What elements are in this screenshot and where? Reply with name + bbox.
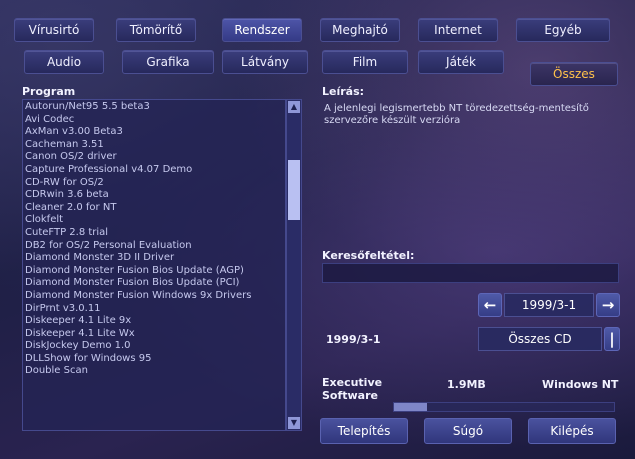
list-item[interactable]: CDRwin 3.6 beta — [23, 189, 285, 202]
list-item[interactable]: Diskeeper 4.1 Lite Wx — [23, 328, 285, 341]
exit-button[interactable]: Kilépés — [528, 418, 616, 444]
date-value: 1999/3-1 — [504, 293, 594, 317]
list-item[interactable]: Diskeeper 4.1 Lite 9x — [23, 315, 285, 328]
cd-select[interactable]: Összes CD — [478, 327, 602, 351]
list-item[interactable]: CD-RW for OS/2 — [23, 177, 285, 190]
list-item[interactable]: Double Scan — [23, 365, 285, 378]
list-item[interactable]: Diamond Monster Fusion Bios Update (AGP) — [23, 265, 285, 278]
scroll-up-icon[interactable]: ▲ — [288, 101, 300, 113]
description-text: A jelenlegi legismertebb NT töredezettsé… — [324, 103, 589, 126]
tab-audio[interactable]: Audio — [24, 50, 104, 74]
tab-latvany[interactable]: Látvány — [222, 50, 308, 74]
tab-jatek[interactable]: Játék — [418, 50, 504, 74]
tab-virusirto[interactable]: Vírusirtó — [14, 18, 94, 42]
list-item[interactable]: Cacheman 3.51 — [23, 139, 285, 152]
list-item[interactable]: DiskJockey Demo 1.0 — [23, 340, 285, 353]
list-item[interactable]: Diamond Monster Fusion Bios Update (PCI) — [23, 277, 285, 290]
program-list-scrollbar[interactable]: ▲ ▼ — [286, 99, 302, 431]
search-label: Keresőfeltétel: — [322, 249, 415, 262]
install-progress-fill — [394, 403, 427, 411]
tab-egyeb[interactable]: Egyéb — [516, 18, 610, 42]
search-input[interactable] — [322, 263, 619, 283]
program-items: Autorun/Net95 5.5 beta3 Avi Codec AxMan v3… — [23, 100, 285, 378]
list-item[interactable]: Capture Professional v4.07 Demo — [23, 164, 285, 177]
list-item[interactable]: DirPrnt v3.0.11 — [23, 303, 285, 316]
list-item[interactable]: CuteFTP 2.8 trial — [23, 227, 285, 240]
list-item[interactable]: Clokfelt — [23, 214, 285, 227]
tab-osszes[interactable]: Összes — [530, 62, 618, 86]
program-list[interactable]: Autorun/Net95 5.5 beta3 Avi Codec AxMan v3… — [22, 99, 286, 431]
cd-date: 1999/3-1 — [326, 333, 381, 346]
tab-grafika[interactable]: Grafika — [122, 50, 214, 74]
install-button[interactable]: Telepítés — [320, 418, 408, 444]
help-button[interactable]: Súgó — [424, 418, 512, 444]
tab-tomorito[interactable]: Tömörítő — [116, 18, 196, 42]
tab-film[interactable]: Film — [322, 50, 408, 74]
list-item[interactable]: Cleaner 2.0 for NT — [23, 202, 285, 215]
list-item[interactable]: AxMan v3.00 Beta3 — [23, 126, 285, 139]
scrollbar-thumb[interactable] — [288, 160, 300, 220]
tab-meghajto[interactable]: Meghajtó — [320, 18, 400, 42]
program-list-header: Program — [22, 85, 76, 98]
file-size: 1.9MB — [447, 378, 486, 391]
list-item[interactable]: Diamond Monster 3D II Driver — [23, 252, 285, 265]
list-item[interactable]: Autorun/Net95 5.5 beta3 — [23, 101, 285, 114]
left-arrow-icon[interactable]: ← — [478, 293, 502, 317]
list-item[interactable]: Diamond Monster Fusion Windows 9x Driver… — [23, 290, 285, 303]
description-label: Leírás: — [322, 85, 365, 98]
list-item[interactable]: DB2 for OS/2 Personal Evaluation — [23, 240, 285, 253]
install-progress — [393, 402, 615, 412]
scroll-down-icon[interactable]: ▼ — [288, 417, 300, 429]
list-item[interactable]: DLLShow for Windows 95 — [23, 353, 285, 366]
publisher: Executive Software — [322, 376, 383, 402]
list-item[interactable]: Avi Codec — [23, 114, 285, 127]
platform: Windows NT — [542, 378, 619, 391]
right-arrow-icon[interactable]: → — [596, 293, 620, 317]
tab-internet[interactable]: Internet — [418, 18, 498, 42]
list-item[interactable]: Canon OS/2 driver — [23, 151, 285, 164]
cd-select-arrow-icon[interactable]: | — [604, 327, 620, 351]
tab-rendszer[interactable]: Rendszer — [222, 18, 302, 42]
